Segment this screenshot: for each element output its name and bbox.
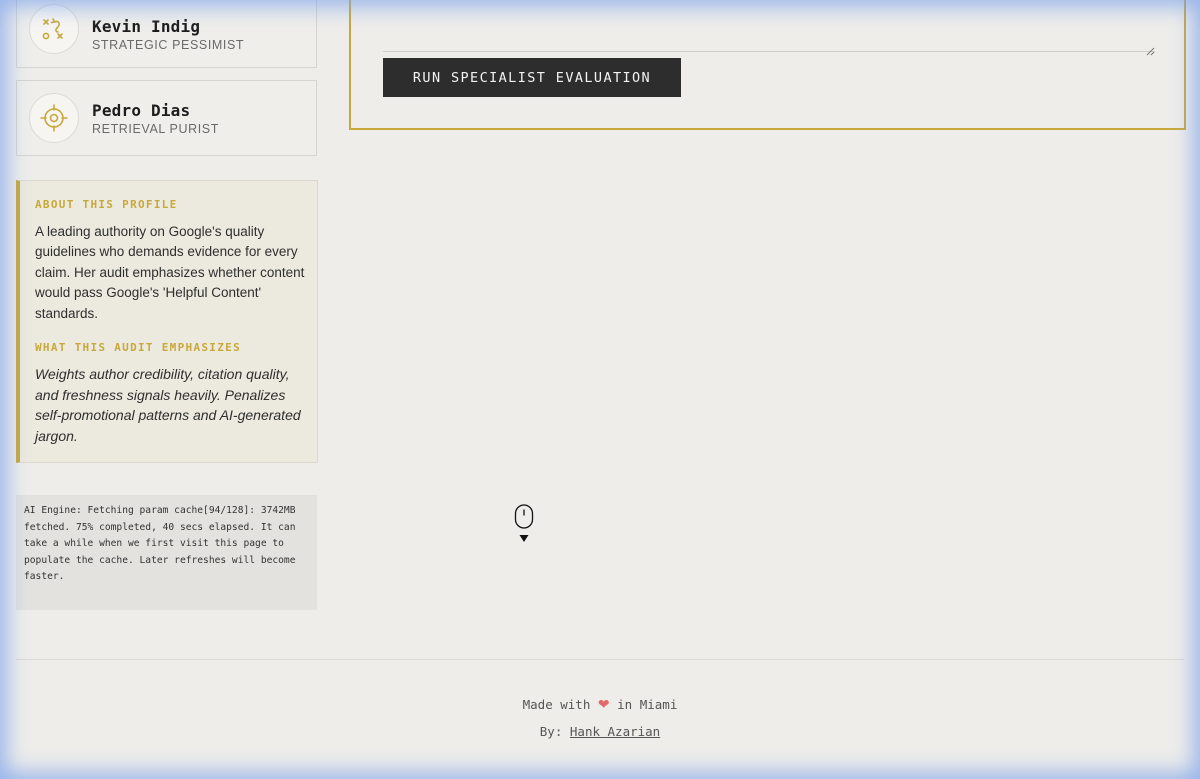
emphasis-description: Weights author credibility, citation qua… xyxy=(35,366,301,444)
scroll-down-mouse-icon xyxy=(514,504,534,544)
run-specialist-evaluation-button[interactable]: RUN SPECIALIST EVALUATION xyxy=(383,58,681,97)
persona-role: STRATEGIC PESSIMIST xyxy=(92,37,245,52)
strategy-play-icon xyxy=(29,4,79,54)
about-description: A leading authority on Google's quality … xyxy=(35,224,305,321)
textarea-bottom-edge[interactable] xyxy=(383,51,1155,52)
made-with-suffix: in Miami xyxy=(617,697,678,712)
emphasis-heading: WHAT THIS AUDIT EMPHASIZES xyxy=(35,341,241,354)
byline-prefix: By: xyxy=(539,724,563,739)
ai-engine-status: AI Engine: Fetching param cache[94/128]:… xyxy=(16,495,317,610)
author-link[interactable]: Hank Azarian xyxy=(570,724,660,739)
persona-name: Pedro Dias xyxy=(92,100,191,120)
persona-card-pedro-dias[interactable]: Pedro Dias RETRIEVAL PURIST xyxy=(16,80,317,156)
crosshair-target-icon xyxy=(29,93,79,143)
footer-made-with: Made with ❤ in Miami xyxy=(0,697,1200,713)
persona-card-kevin-indig[interactable]: Kevin Indig STRATEGIC PESSIMIST xyxy=(16,0,317,68)
heart-icon: ❤ xyxy=(597,697,610,713)
persona-role: RETRIEVAL PURIST xyxy=(92,121,219,136)
persona-name: Kevin Indig xyxy=(92,16,201,36)
resize-handle-icon[interactable] xyxy=(1145,41,1155,60)
footer-byline: By: Hank Azarian xyxy=(0,724,1200,739)
footer-divider xyxy=(16,659,1184,660)
about-heading: ABOUT THIS PROFILE xyxy=(35,198,178,211)
about-profile-panel: ABOUT THIS PROFILE A leading authority o… xyxy=(16,180,318,463)
made-with-prefix: Made with xyxy=(522,697,591,712)
